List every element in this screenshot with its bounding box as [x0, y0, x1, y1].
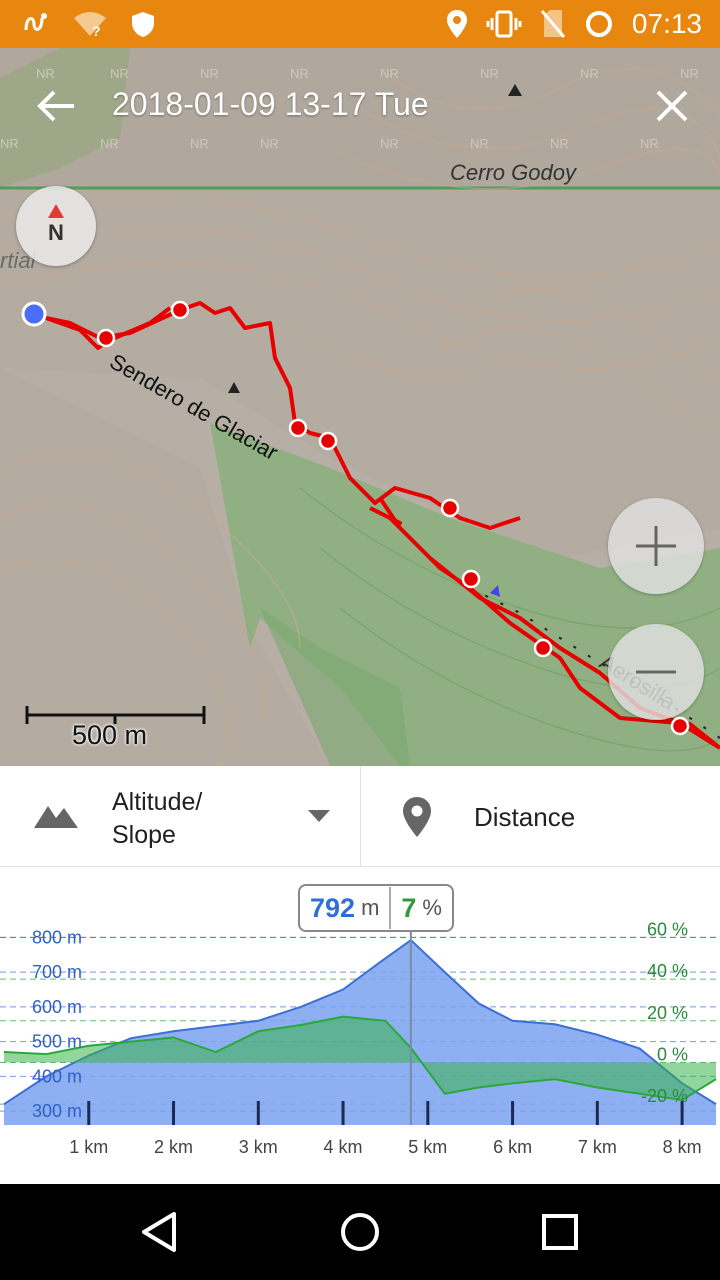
x-tick-label: 8 km	[663, 1137, 702, 1157]
plus-icon	[636, 526, 676, 566]
y-left-tick-label: 300 m	[32, 1101, 82, 1121]
chart-controls: Altitude/ Slope Distance	[0, 766, 720, 867]
mountains-icon	[34, 806, 78, 828]
slope-label: Slope	[112, 821, 176, 849]
readout-slope-unit: %	[422, 895, 442, 920]
chart-readout: 792 m 7 %	[298, 884, 454, 932]
status-bar: ? 07:13	[0, 0, 720, 48]
x-tick-label: 3 km	[239, 1137, 278, 1157]
back-arrow-icon[interactable]	[34, 88, 78, 124]
compass-label: N	[48, 220, 64, 245]
location-icon	[446, 10, 467, 38]
distance-label: Distance	[474, 802, 576, 832]
system-nav-bar	[0, 1184, 720, 1280]
dropdown-arrow-icon	[308, 810, 330, 822]
y-left-tick-label: 500 m	[32, 1032, 82, 1052]
home-circle-icon[interactable]	[334, 1206, 386, 1258]
x-tick-label: 1 km	[69, 1137, 108, 1157]
back-triangle-icon[interactable]	[134, 1206, 186, 1258]
x-tick-label: 6 km	[493, 1137, 532, 1157]
y-right-tick-label: 20 %	[647, 1003, 688, 1023]
y-right-tick-label: -20 %	[641, 1086, 688, 1106]
x-tick-label: 5 km	[408, 1137, 447, 1157]
wifi-question-icon: ?	[74, 12, 106, 38]
compass-button[interactable]: N	[16, 186, 96, 266]
status-time: 07:13	[631, 8, 702, 39]
readout-altitude-unit: m	[361, 895, 380, 920]
recents-square-icon[interactable]	[534, 1206, 586, 1258]
compass-arrow-icon	[48, 204, 64, 218]
close-icon[interactable]	[652, 86, 692, 126]
minus-icon	[636, 670, 676, 674]
readout-altitude: 792	[310, 892, 356, 923]
x-tick-label: 2 km	[154, 1137, 193, 1157]
peak-label: Cerro Godoy	[450, 160, 576, 185]
map-header: 2018-01-09 13-17 Tue	[0, 48, 720, 160]
x-tick-label: 4 km	[324, 1137, 363, 1157]
y-left-tick-label: 700 m	[32, 962, 82, 982]
zoom-in-button[interactable]	[608, 498, 704, 594]
location-pin-icon	[403, 797, 431, 837]
altitude-label: Altitude/	[112, 788, 203, 816]
page-title: 2018-01-09 13-17 Tue	[112, 86, 429, 122]
route-icon	[24, 13, 47, 31]
distance-selector[interactable]: Distance	[361, 766, 720, 866]
scale-bar	[25, 706, 206, 724]
vibrate-icon	[486, 10, 522, 38]
y-right-tick-label: 40 %	[647, 961, 688, 981]
zoom-out-button[interactable]	[608, 624, 704, 720]
sync-icon	[585, 11, 612, 37]
readout-slope: 7	[401, 892, 417, 923]
y-left-tick-label: 800 m	[32, 927, 82, 947]
svg-text:?: ?	[92, 23, 101, 38]
y-left-tick-label: 400 m	[32, 1066, 82, 1086]
shield-icon	[132, 12, 154, 37]
y-left-tick-label: 600 m	[32, 997, 82, 1017]
x-tick-label: 7 km	[578, 1137, 617, 1157]
y-right-tick-label: 0 %	[657, 1044, 688, 1064]
no-sim-icon	[540, 10, 566, 38]
y-right-tick-label: 60 %	[647, 919, 688, 939]
altitude-slope-selector[interactable]: Altitude/ Slope	[0, 766, 360, 866]
